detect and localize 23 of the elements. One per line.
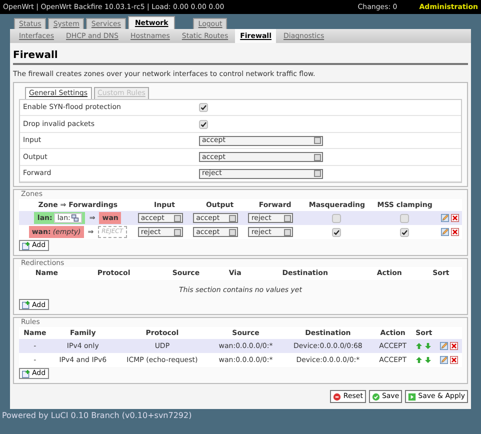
- save-icon: [372, 392, 380, 401]
- footer-text: Powered by LuCI 0.10 Branch (v0.10+svn7292): [1, 410, 193, 422]
- reset-icon: [333, 392, 342, 401]
- add-icon: [22, 370, 30, 378]
- checkbox-unchecked[interactable]: [400, 214, 410, 223]
- delete-icon[interactable]: [451, 214, 460, 222]
- checkbox-unchecked[interactable]: [332, 214, 342, 223]
- edit-icon[interactable]: [440, 356, 448, 364]
- checkbox-checked[interactable]: [400, 228, 410, 237]
- checkbox-checked[interactable]: [199, 103, 208, 112]
- add-icon: [22, 242, 30, 250]
- checkbox-checked[interactable]: [332, 228, 342, 237]
- edit-icon[interactable]: [440, 342, 448, 350]
- apply-icon: [408, 392, 416, 401]
- edit-icon[interactable]: [441, 228, 450, 236]
- checkbox-checked[interactable]: [199, 120, 208, 129]
- delete-icon[interactable]: [450, 342, 458, 350]
- page-title: Firewall: [13, 50, 468, 65]
- network-icon: [71, 214, 80, 222]
- delete-icon[interactable]: [450, 356, 458, 364]
- edit-icon[interactable]: [441, 214, 450, 222]
- delete-icon[interactable]: [451, 228, 460, 236]
- add-icon: [22, 300, 30, 309]
